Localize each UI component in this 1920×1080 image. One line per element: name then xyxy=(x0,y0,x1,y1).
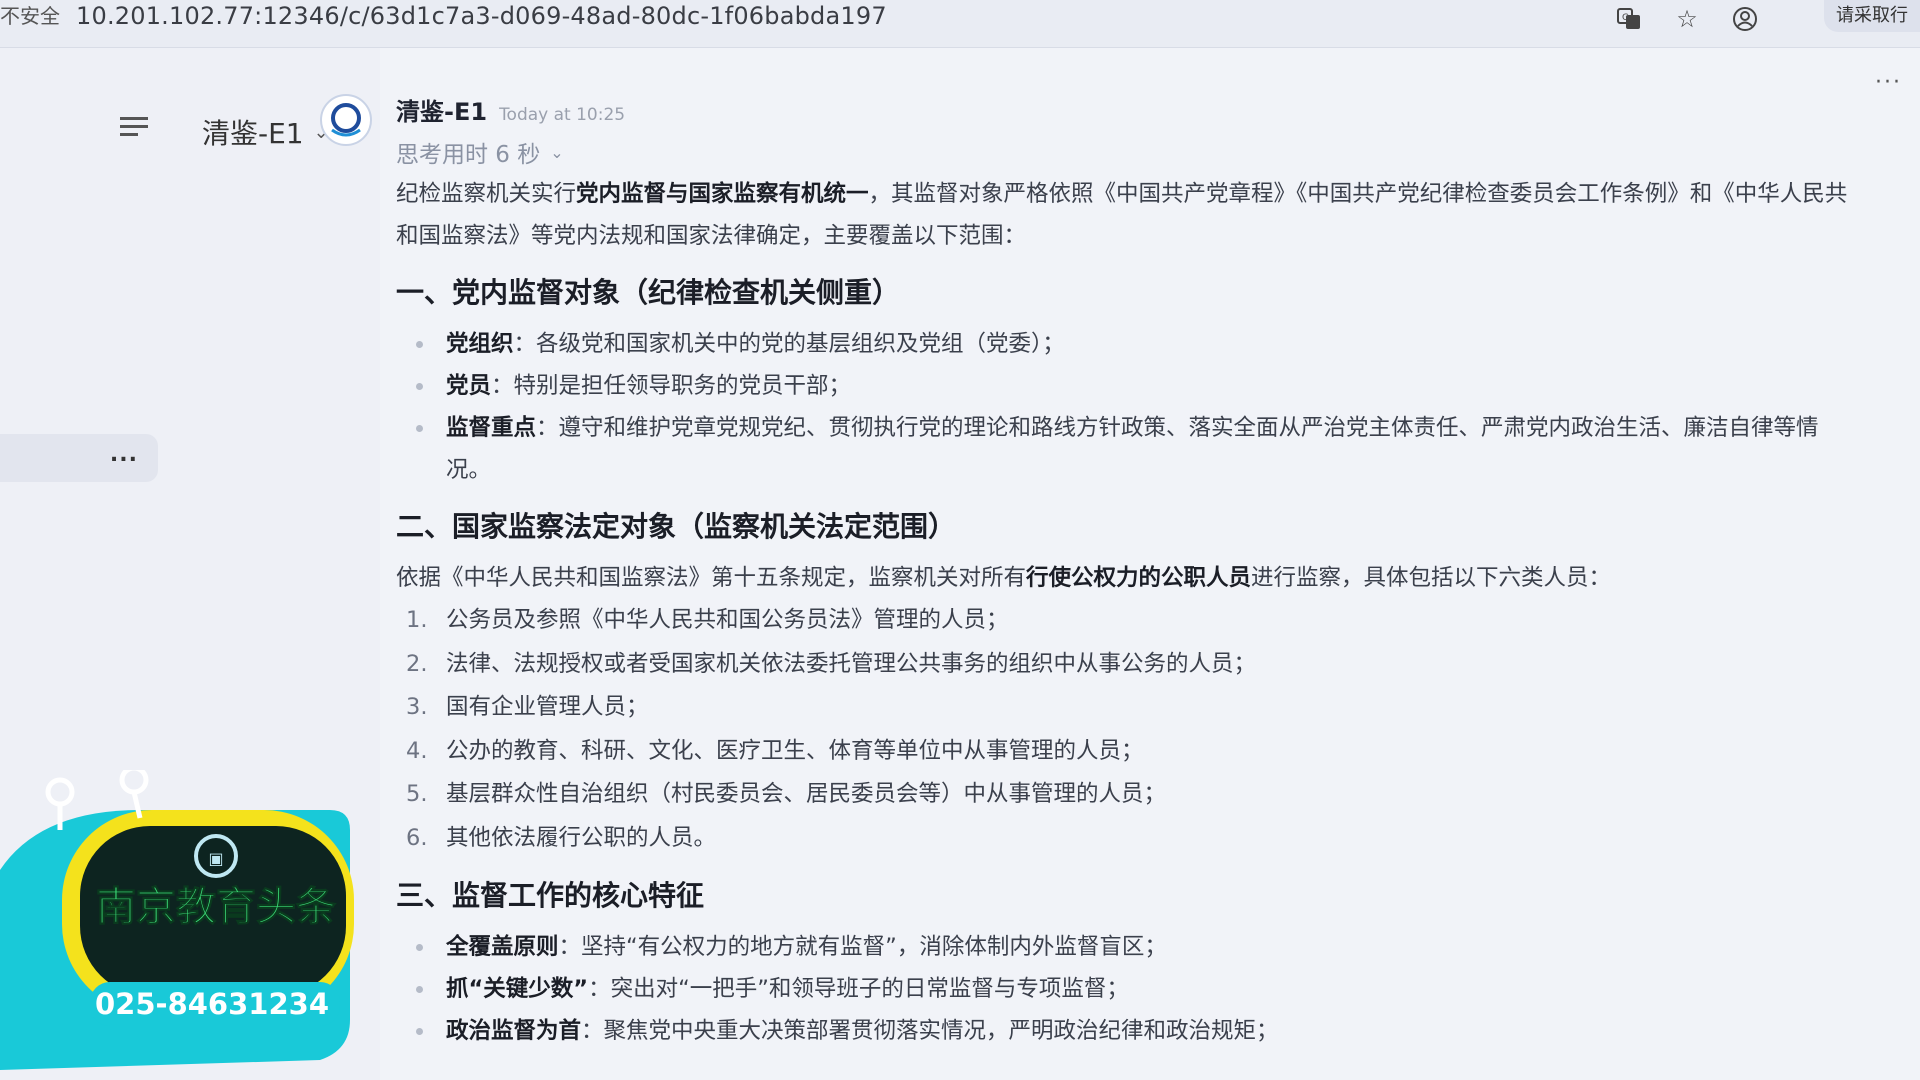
login-button[interactable]: 请采取行 xyxy=(1824,0,1920,32)
star-icon[interactable]: ☆ xyxy=(1672,4,1702,34)
message-time: Today at 10:25 xyxy=(499,105,626,125)
url-field[interactable]: 10.201.102.77:12346/c/63d1c7a3-d069-48ad… xyxy=(76,2,887,30)
model-logo-icon xyxy=(331,103,361,137)
more-options-icon[interactable]: ... xyxy=(110,442,138,467)
menu-icon[interactable] xyxy=(118,114,152,140)
svg-text:▣: ▣ xyxy=(208,849,223,868)
brand-text: 南京教育头条 xyxy=(96,884,336,930)
chevron-down-icon: ⌄ xyxy=(550,142,564,162)
section-heading: 一、党内监督对象（纪律检查机关侧重） xyxy=(396,276,901,309)
svg-text:G: G xyxy=(1622,13,1629,23)
section2-intro: 依据《中华人民共和国监察法》第十五条规定，监察机关对所有行使公权力的公职人员进行… xyxy=(396,565,1612,591)
sender-name: 清鉴-E1 xyxy=(396,98,488,126)
list-item: 1. 公务员及参照《中华人民共和国公务员法》管理的人员； xyxy=(406,607,1009,633)
sidebar-chat-item[interactable]: ... xyxy=(0,434,158,482)
list-item: 6. 其他依法履行公职的人员。 xyxy=(406,824,717,851)
model-name: 清鉴-E1 xyxy=(202,117,304,150)
thinking-toggle[interactable]: 思考用时 6 秒 ⌄ xyxy=(396,135,1856,169)
list-item: 3. 国有企业管理人员； xyxy=(406,694,649,720)
list-item: 党组织：各级党和国家机关中的党的基层组织及党组（党委）； xyxy=(396,323,1856,365)
list-item: 5. 基层群众性自治组织（村民委员会、居民委员会等）中从事管理的人员； xyxy=(406,781,1167,807)
profile-icon[interactable] xyxy=(1730,4,1760,34)
intro-paragraph: 纪检监察机关实行党内监督与国家监察有机统一，其监督对象严格依照《中国共产党章程》… xyxy=(396,181,1848,249)
model-selector[interactable]: 清鉴-E1 ⌄ xyxy=(202,112,329,152)
news-logo-overlay: ▣ 南京教育头条 025-84631234 xyxy=(0,770,354,1070)
list-item: 政治监督为首：聚焦党中央重大决策部署贯彻落实情况，严明政治纪律和政治规矩； xyxy=(396,1010,1856,1052)
translate-icon[interactable]: G xyxy=(1614,4,1644,34)
browser-address-bar: 不安全 10.201.102.77:12346/c/63d1c7a3-d069-… xyxy=(0,0,1920,48)
assistant-message: 清鉴-E1 Today at 10:25 思考用时 6 秒 ⌄ 纪检监察机关实行… xyxy=(396,92,1856,1052)
avatar xyxy=(320,94,372,146)
list-item: 党员：特别是担任领导职务的党员干部； xyxy=(396,365,1856,407)
list-item: 抓“关键少数”：突出对“一把手”和领导班子的日常监督与专项监督； xyxy=(396,968,1856,1010)
section3-list: 全覆盖原则：坚持“有公权力的地方就有监督”，消除体制内外监督盲区； 抓“关键少数… xyxy=(396,926,1856,1052)
thinking-label: 思考用时 6 秒 xyxy=(396,142,541,168)
phone-text: 025-84631234 xyxy=(95,987,329,1021)
list-item: 4. 公办的教育、科研、文化、医疗卫生、体育等单位中从事管理的人员； xyxy=(406,737,1144,764)
list-item: 监督重点：遵守和维护党章党规党纪、贯彻执行党的理论和路线方针政策、落实全面从严治… xyxy=(396,407,1856,491)
insecure-label: 不安全 xyxy=(0,4,60,28)
section1-list: 党组织：各级党和国家机关中的党的基层组织及党组（党委）； 党员：特别是担任领导职… xyxy=(396,323,1856,491)
list-item: 2. 法律、法规授权或者受国家机关依法委托管理公共事务的组织中从事公务的人员； xyxy=(406,650,1257,677)
section-heading: 二、国家监察法定对象（监察机关法定范围） xyxy=(396,510,957,543)
section2-list: 1. 公务员及参照《中华人民共和国公务员法》管理的人员； 2. 法律、法规授权或者受… xyxy=(396,599,1856,860)
section-heading: 三、监督工作的核心特征 xyxy=(396,879,705,912)
more-options-button[interactable]: ··· xyxy=(1875,70,1902,95)
list-item: 全覆盖原则：坚持“有公权力的地方就有监督”，消除体制内外监督盲区； xyxy=(396,926,1856,968)
